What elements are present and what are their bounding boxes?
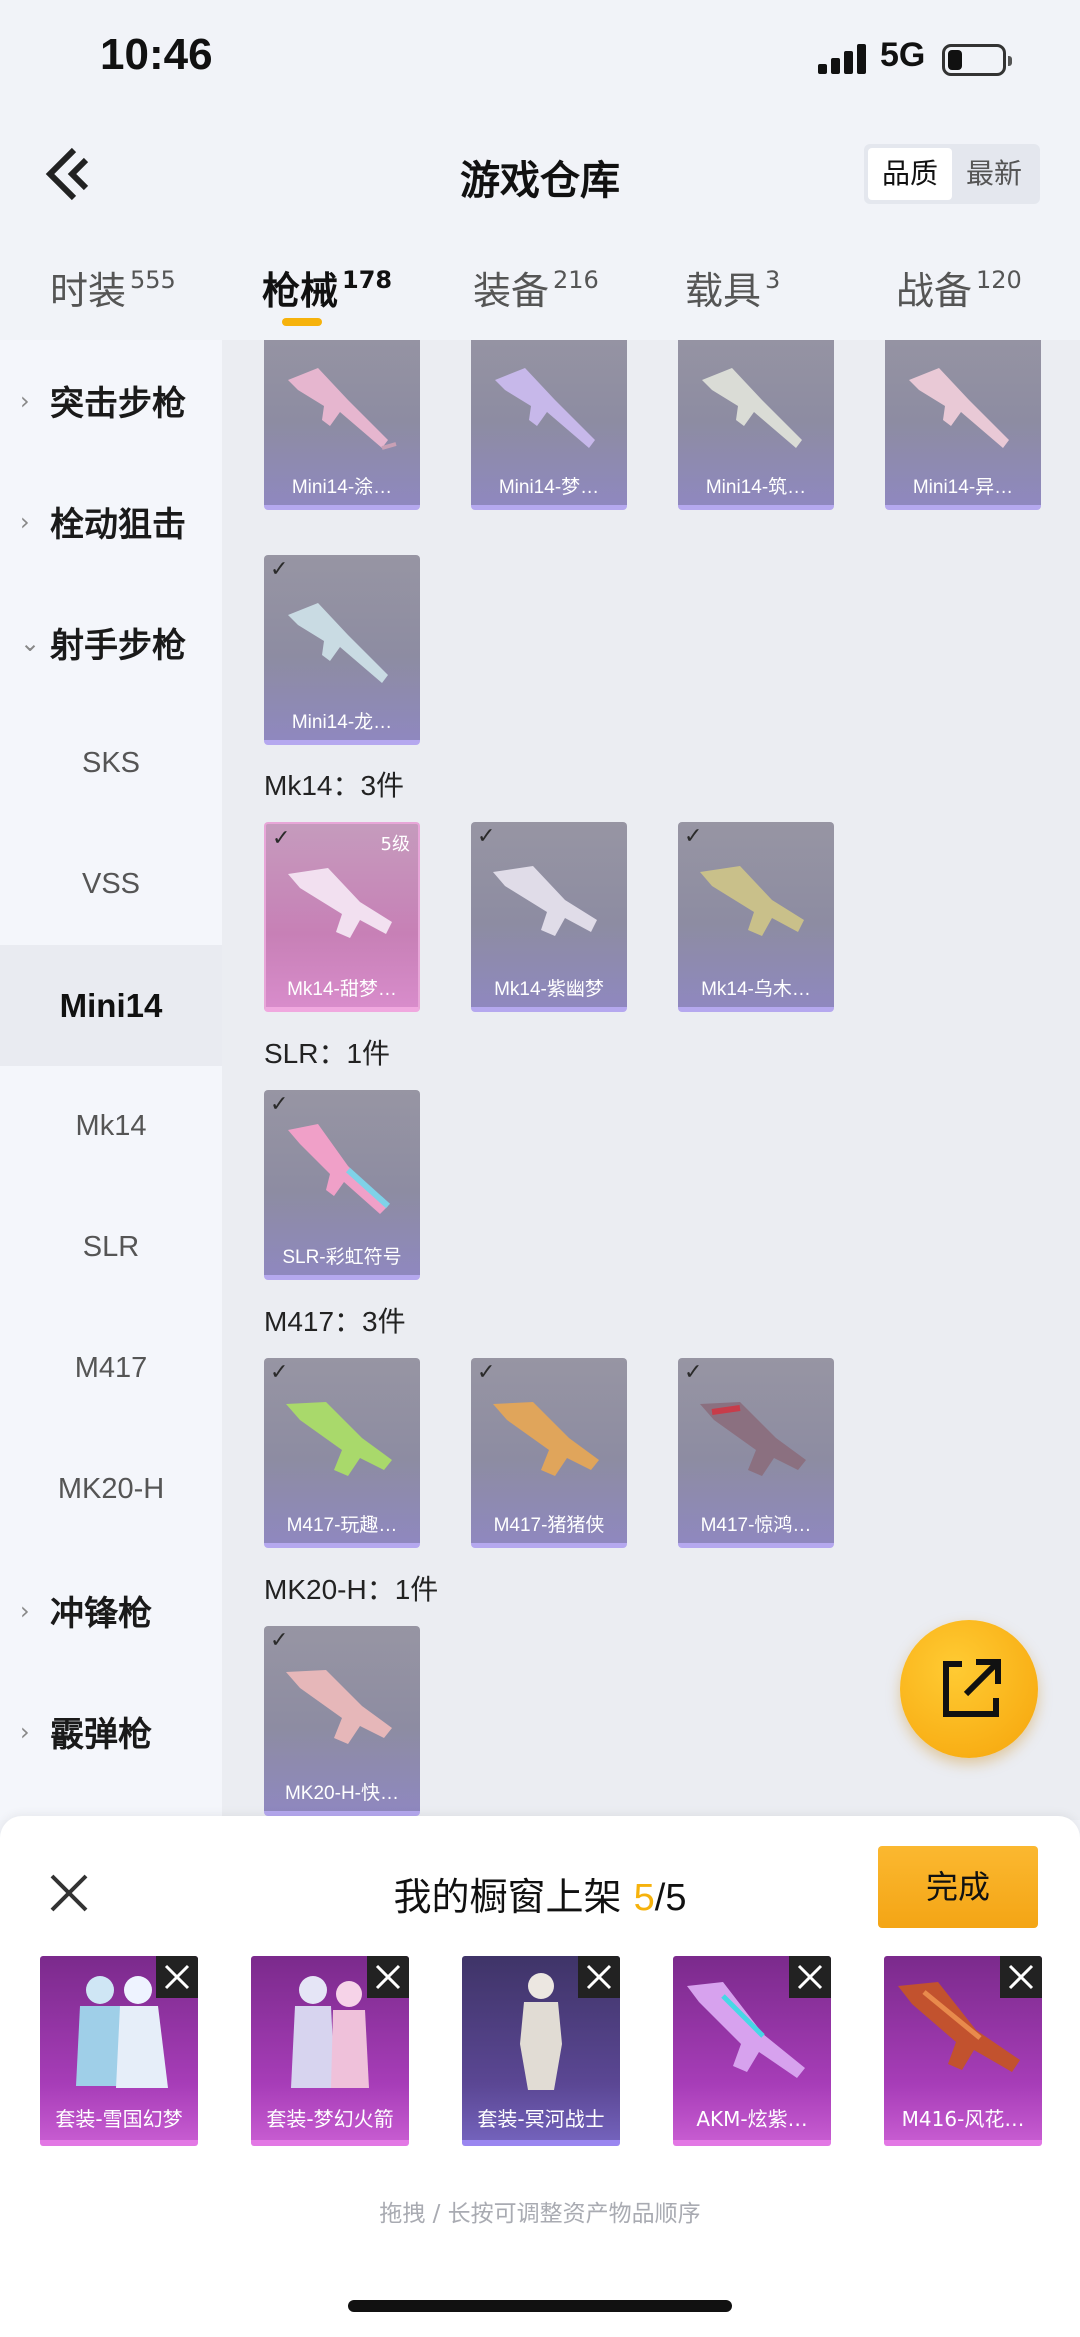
chevron-left-icon [45,147,89,201]
rifle-icon [288,603,388,683]
sidebar-item-shotgun[interactable]: › 霰弹枪 [0,1671,222,1792]
close-icon [586,1964,612,1990]
home-indicator[interactable] [348,2300,732,2312]
sidebar-item-slr[interactable]: SLR [0,1187,222,1308]
tab-equipment[interactable]: 装备 216 [473,260,599,315]
rifle-icon [493,866,597,936]
chevron-right-icon: › [20,386,30,415]
group-title-slr: SLR：1件 [264,1038,391,1069]
weapon-card[interactable]: ✓ M417-玩趣… [264,1358,420,1548]
remove-item-button[interactable] [156,1956,198,1998]
showcase-item[interactable]: 套装-雪国幻梦 [40,1956,198,2146]
sort-quality-button[interactable]: 品质 [868,148,952,200]
chevron-right-icon: › [20,1717,30,1746]
close-icon [50,1874,88,1912]
tab-fashion[interactable]: 时装 555 [50,260,176,315]
weapon-sidebar: › 突击步枪 › 栓动狙击 ⌄ 射手步枪 SKS VSS Mini14 Mk14 SL… [0,340,222,1820]
showcase-item[interactable]: 套装-梦幻火箭 [251,1956,409,2146]
active-tab-indicator [282,318,322,326]
group-title-mk20h: MK20-H：1件 [264,1574,439,1605]
sort-toggle: 品质 最新 [864,144,1040,204]
share-icon [943,1659,1001,1717]
showcase-item[interactable]: M416-风花… [884,1956,1042,2146]
rifle-icon [288,368,397,450]
rifle-icon [286,1402,392,1476]
rifle-icon [909,368,1009,448]
sidebar-item-mk14[interactable]: Mk14 [0,1066,222,1187]
weapon-grid: Mini14-涂… Mini14-梦… Mini14-筑… Mini14-异… … [222,340,1080,1820]
weapon-card[interactable]: Mini14-涂… [264,340,420,510]
sort-newest-button[interactable]: 最新 [952,148,1036,200]
showcase-item[interactable]: 套装-冥河战士 [462,1956,620,2146]
rifle-icon [286,1670,392,1744]
sidebar-item-bolt-sniper[interactable]: › 栓动狙击 [0,461,222,582]
weapon-card[interactable]: ✓ Mini14-龙… [264,555,420,745]
weapon-card[interactable]: ✓ M417-惊鸿… [678,1358,834,1548]
sidebar-item-marksman-rifle[interactable]: ⌄ 射手步枪 [0,582,222,703]
battery-icon [942,44,1012,76]
weapon-card[interactable]: ✓ Mk14-紫幽梦 [471,822,627,1012]
close-icon [164,1964,190,1990]
tab-guns[interactable]: 枪械 178 [262,260,392,315]
category-tabs: 时装 555 枪械 178 装备 216 载具 3 战备 120 [0,250,1080,340]
done-button[interactable]: 完成 [878,1846,1038,1928]
remove-item-button[interactable] [578,1956,620,1998]
rifle-icon [700,1402,806,1476]
rifle-icon [288,868,392,938]
signal-icon [818,44,870,74]
close-icon [797,1964,823,1990]
tab-supplies[interactable]: 战备 120 [896,260,1022,315]
status-time: 10:46 [100,30,213,79]
weapon-card[interactable]: ✓ M417-猪猪侠 [471,1358,627,1548]
network-label: 5G [880,36,926,74]
chevron-right-icon: › [20,1596,30,1625]
rifle-icon [493,1402,599,1476]
tab-vehicles[interactable]: 载具 3 [685,260,780,315]
reorder-hint: 拖拽 / 长按可调整资产物品顺序 [379,2201,701,2227]
showcase-sheet: 我的橱窗上架 5/5 完成 套装-雪国幻梦 套装-梦幻火箭 套装-冥河战士 AK… [0,1816,1080,2337]
group-title-mk14: Mk14：3件 [264,770,405,801]
close-icon [1008,1964,1034,1990]
weapon-card[interactable]: ✓ SLR-彩虹符号 [264,1090,420,1280]
sidebar-item-assault-rifle[interactable]: › 突击步枪 [0,340,222,461]
sidebar-item-smg[interactable]: › 冲锋枪 [0,1550,222,1671]
rifle-icon [495,368,595,448]
sidebar-item-sks[interactable]: SKS [0,703,222,824]
close-icon [375,1964,401,1990]
weapon-card[interactable]: ✓ Mk14-乌木… [678,822,834,1012]
back-button[interactable] [40,142,96,206]
close-button[interactable] [44,1868,94,1918]
rifle-icon [288,1124,391,1214]
remove-item-button[interactable] [367,1956,409,1998]
weapon-card[interactable]: ✓ MK20-H-快… [264,1626,420,1816]
sidebar-item-mini14[interactable]: Mini14 [0,945,222,1066]
chevron-down-icon: ⌄ [20,628,41,657]
remove-item-button[interactable] [789,1956,831,1998]
weapon-card[interactable]: ✓ 5级 Mk14-甜梦… [264,822,420,1012]
rifle-icon [702,368,802,448]
sidebar-item-mk20h[interactable]: MK20-H [0,1429,222,1550]
weapon-card[interactable]: Mini14-筑… [678,340,834,510]
sidebar-item-vss[interactable]: VSS [0,824,222,945]
weapon-card[interactable]: Mini14-梦… [471,340,627,510]
chevron-right-icon: › [20,507,30,536]
group-title-m417: M417：3件 [264,1306,406,1337]
header: 游戏仓库 品质 最新 [0,120,1080,230]
status-bar: 10:46 5G [0,0,1080,120]
showcase-item[interactable]: AKM-炫紫… [673,1956,831,2146]
remove-item-button[interactable] [1000,1956,1042,1998]
rifle-icon [700,866,804,936]
sidebar-item-m417[interactable]: M417 [0,1308,222,1429]
share-button[interactable] [900,1620,1038,1758]
weapon-card[interactable]: Mini14-异… [885,340,1041,510]
